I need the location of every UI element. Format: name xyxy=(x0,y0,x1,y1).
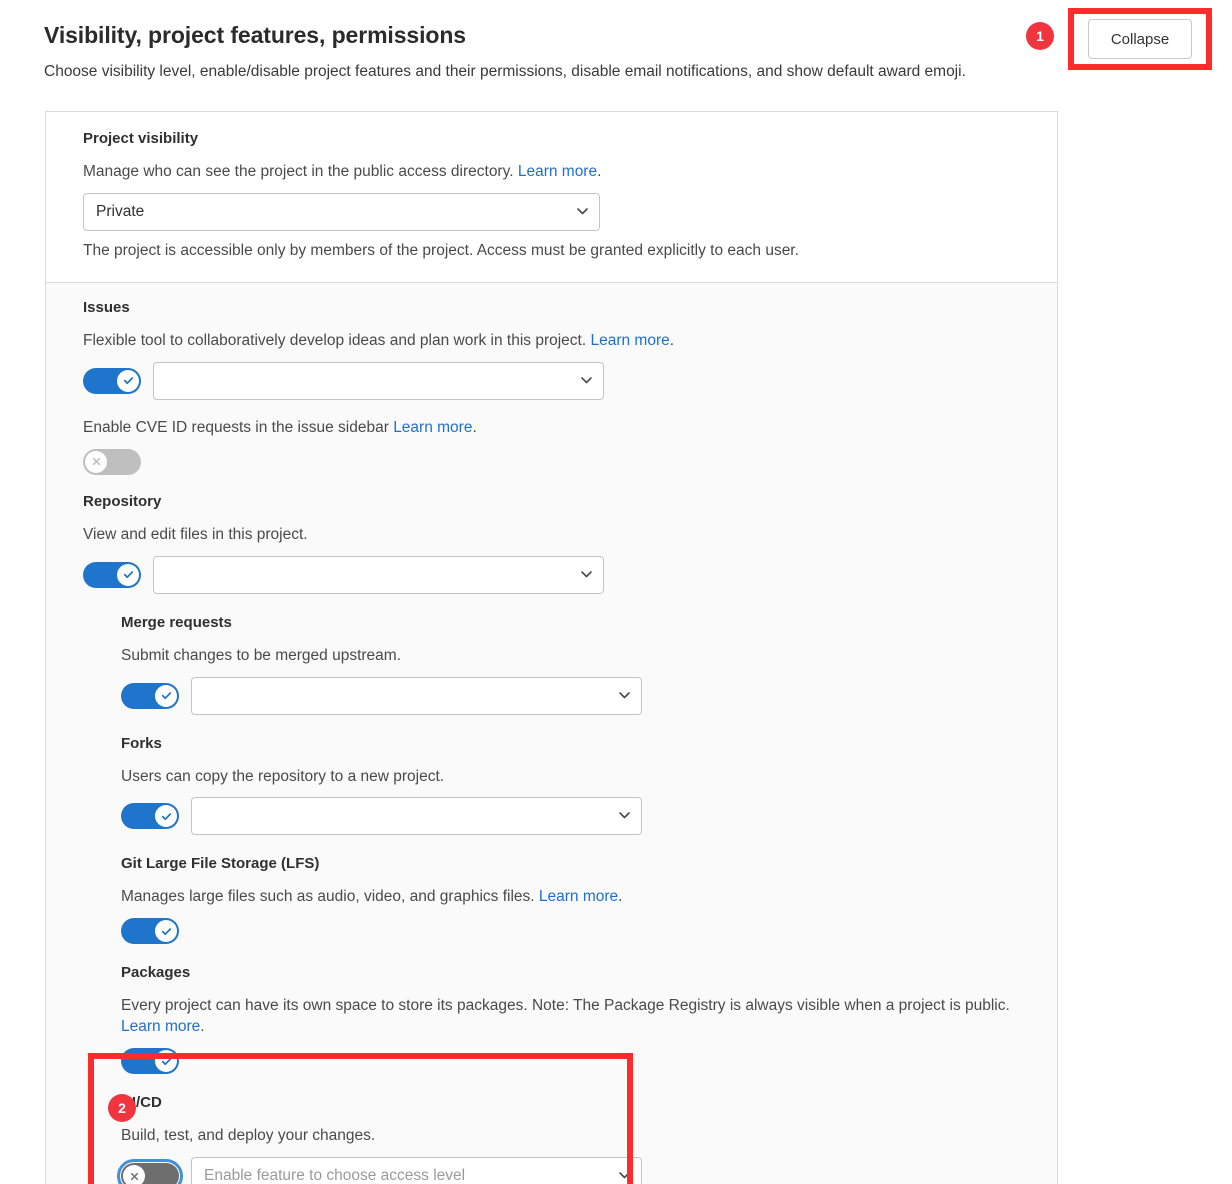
project-visibility-learn-more-link[interactable]: Learn more xyxy=(518,163,597,180)
check-icon xyxy=(155,920,177,943)
check-icon xyxy=(155,1050,177,1073)
period: . xyxy=(200,1018,205,1036)
feature-ci-cd-toggle[interactable] xyxy=(117,1159,183,1184)
project-visibility-label: Project visibility xyxy=(83,130,199,147)
feature-issues-select-wrap xyxy=(153,361,604,400)
check-icon xyxy=(117,563,139,586)
feature-issues-label: Issues xyxy=(83,298,130,316)
feature-repository: Repository View and edit files in this p… xyxy=(83,493,1020,594)
check-icon xyxy=(117,369,139,392)
feature-repository-toggle[interactable] xyxy=(83,561,141,588)
feature-packages-description-text: Every project can have its own space to … xyxy=(121,997,1010,1015)
feature-merge-requests: Merge requests Submit changes to be merg… xyxy=(121,614,1020,715)
collapse-button[interactable]: Collapse xyxy=(1088,19,1192,59)
feature-cve-learn-more-link[interactable]: Learn more xyxy=(393,419,472,436)
feature-issues: Issues Flexible tool to collaboratively … xyxy=(83,299,1020,400)
feature-ci-cd: CI/CD Build, test, and deploy your chang… xyxy=(117,1094,1020,1184)
feature-git-lfs-toggle[interactable] xyxy=(121,918,179,945)
feature-cve-toggle[interactable] xyxy=(83,448,141,475)
feature-issues-learn-more-link[interactable]: Learn more xyxy=(590,332,669,349)
feature-git-lfs-controls xyxy=(121,918,1020,945)
feature-forks-label: Forks xyxy=(121,734,162,752)
page-title: Visibility, project features, permission… xyxy=(44,22,466,48)
feature-merge-requests-controls xyxy=(121,676,1020,715)
page-header: Visibility, project features, permission… xyxy=(44,22,1054,83)
feature-packages-description: Every project can have its own space to … xyxy=(121,996,1020,1038)
project-visibility-section: Project visibility Manage who can see th… xyxy=(46,112,1057,282)
annotation-badge-2: 2 xyxy=(108,1094,136,1122)
check-icon xyxy=(155,684,177,707)
project-visibility-description: Manage who can see the project in the pu… xyxy=(83,162,1020,183)
feature-forks: Forks Users can copy the repository to a… xyxy=(121,735,1020,836)
feature-forks-description: Users can copy the repository to a new p… xyxy=(121,767,445,785)
feature-cve-description-text: Enable CVE ID requests in the issue side… xyxy=(83,418,389,436)
feature-repository-controls xyxy=(83,555,1020,594)
feature-ci-cd-access-select[interactable]: Enable feature to choose access level xyxy=(191,1157,642,1184)
feature-packages: Packages Every project can have its own … xyxy=(121,964,1020,1075)
check-icon xyxy=(155,805,177,828)
feature-merge-requests-select-wrap xyxy=(191,676,642,715)
project-visibility-description-text: Manage who can see the project in the pu… xyxy=(83,163,514,180)
feature-packages-learn-more-link[interactable]: Learn more xyxy=(121,1018,200,1035)
feature-ci-cd-select-wrap: Enable feature to choose access level xyxy=(191,1157,642,1184)
feature-forks-controls xyxy=(121,797,1020,836)
feature-merge-requests-access-select[interactable] xyxy=(191,676,642,715)
feature-ci-cd-label: CI/CD xyxy=(121,1094,162,1112)
settings-page: Visibility, project features, permission… xyxy=(0,0,1232,1184)
feature-packages-controls xyxy=(121,1048,1020,1075)
settings-panel: Project visibility Manage who can see th… xyxy=(45,111,1058,1184)
feature-repository-select-wrap xyxy=(153,555,604,594)
period: . xyxy=(472,418,477,436)
period: . xyxy=(597,163,602,180)
feature-issues-toggle[interactable] xyxy=(83,367,141,394)
period: . xyxy=(669,331,675,349)
feature-repository-description: View and edit files in this project. xyxy=(83,525,308,543)
feature-ci-cd-description: Build, test, and deploy your changes. xyxy=(121,1127,376,1145)
close-icon xyxy=(123,1165,145,1184)
feature-forks-select-wrap xyxy=(191,797,642,836)
feature-git-lfs-label: Git Large File Storage (LFS) xyxy=(121,855,320,873)
project-visibility-select-wrap: Private xyxy=(83,192,600,231)
feature-cve-description: Enable CVE ID requests in the issue side… xyxy=(83,418,1020,439)
feature-forks-access-select[interactable] xyxy=(191,797,642,836)
feature-packages-toggle[interactable] xyxy=(121,1048,179,1075)
feature-git-lfs: Git Large File Storage (LFS) Manages lar… xyxy=(121,855,1020,945)
feature-issues-description-text: Flexible tool to collaboratively develop… xyxy=(83,331,587,349)
feature-merge-requests-toggle[interactable] xyxy=(121,682,179,709)
feature-git-lfs-description: Manages large files such as audio, video… xyxy=(121,887,1020,908)
feature-git-lfs-description-text: Manages large files such as audio, video… xyxy=(121,888,535,906)
feature-merge-requests-description: Submit changes to be merged upstream. xyxy=(121,646,402,664)
project-visibility-select[interactable]: Private xyxy=(83,192,600,231)
close-icon xyxy=(85,450,107,473)
feature-cve-controls xyxy=(83,448,1020,475)
project-visibility-note: The project is accessible only by member… xyxy=(83,241,799,259)
feature-repository-access-select[interactable] xyxy=(153,555,604,594)
project-features-section: Issues Flexible tool to collaboratively … xyxy=(46,281,1057,1184)
feature-issues-controls xyxy=(83,361,1020,400)
feature-cve-id-requests: Enable CVE ID requests in the issue side… xyxy=(83,418,1020,475)
feature-issues-description: Flexible tool to collaboratively develop… xyxy=(83,331,1020,352)
feature-forks-toggle[interactable] xyxy=(121,803,179,830)
page-subtitle: Choose visibility level, enable/disable … xyxy=(44,62,966,80)
feature-issues-access-select[interactable] xyxy=(153,361,604,400)
feature-merge-requests-label: Merge requests xyxy=(121,613,232,631)
period: . xyxy=(618,888,623,906)
feature-packages-label: Packages xyxy=(121,964,191,982)
feature-git-lfs-learn-more-link[interactable]: Learn more xyxy=(539,888,618,905)
feature-ci-cd-controls: Enable feature to choose access level xyxy=(117,1157,1020,1184)
annotation-badge-1: 1 xyxy=(1026,22,1054,50)
feature-repository-label: Repository xyxy=(83,492,162,510)
